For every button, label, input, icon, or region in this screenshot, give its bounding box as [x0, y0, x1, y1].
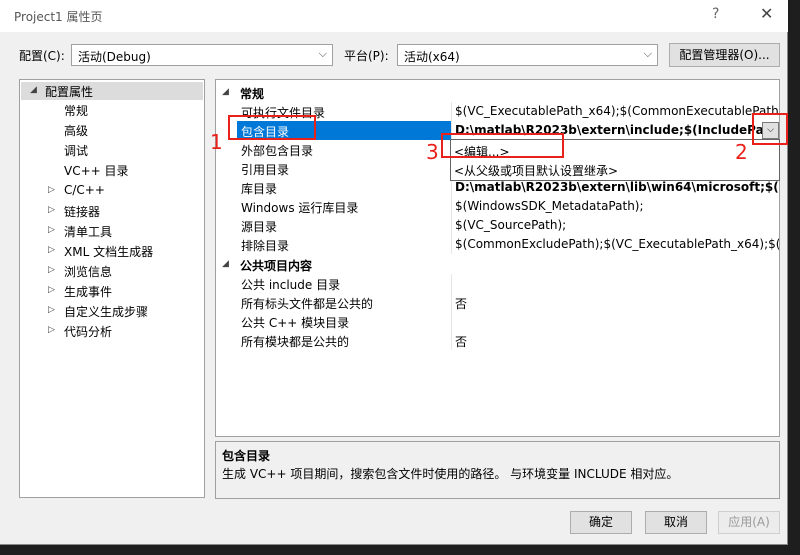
- property-row-all-modules-public[interactable]: 所有模块都是公共的 否: [216, 331, 779, 350]
- description-title: 包含目录: [222, 449, 271, 463]
- ok-label: 确定: [588, 515, 613, 529]
- config-label: 配置(C):: [19, 49, 65, 63]
- tree-item-label: 常规: [64, 104, 89, 118]
- description-text: 生成 VC++ 项目期间，搜索包含文件时使用的路径。 与环境变量 INCLUDE…: [222, 467, 679, 481]
- chevron-down-icon: ⌵: [643, 47, 652, 60]
- property-row-source-dirs[interactable]: 源目录 $(VC_SourcePath);: [216, 216, 779, 235]
- chevron-down-icon: ⌵: [318, 47, 327, 60]
- property-row-winrt-dirs[interactable]: Windows 运行库目录 $(WindowsSDK_MetadataPath)…: [216, 197, 779, 216]
- expanded-triangle-icon: ◢: [222, 87, 229, 97]
- tree-group-label: 代码分析: [64, 325, 113, 339]
- column-divider: [451, 293, 452, 312]
- annotation-box-1: [228, 115, 316, 140]
- annotation-number-3: 3: [426, 140, 439, 164]
- tree-item-label: 高级: [64, 124, 89, 138]
- property-value: $(VC_SourcePath);: [455, 218, 567, 232]
- tree-group-label: XML 文档生成器: [64, 245, 154, 259]
- ok-button[interactable]: 确定: [570, 511, 632, 534]
- column-divider: [451, 312, 452, 331]
- collapsed-triangle-icon: ▷: [48, 285, 55, 295]
- column-divider: [451, 331, 452, 350]
- tree-group-label: 清单工具: [64, 225, 113, 239]
- category-label: 常规: [240, 87, 265, 101]
- column-divider: [451, 197, 452, 216]
- tree-item-label: 调试: [64, 144, 89, 158]
- tree-group-label: 自定义生成步骤: [64, 305, 149, 319]
- property-value: $(CommonExcludePath);$(VC_ExecutablePath…: [455, 237, 780, 251]
- collapsed-triangle-icon: ▷: [48, 265, 55, 275]
- help-icon[interactable]: ?: [712, 6, 719, 22]
- collapsed-triangle-icon: ▷: [48, 185, 55, 195]
- property-value: 否: [455, 297, 468, 311]
- property-name: 外部包含目录: [241, 144, 314, 158]
- tree-item-advanced[interactable]: 高级: [64, 122, 88, 140]
- tree-item-vc-directories[interactable]: VC++ 目录: [64, 162, 129, 180]
- property-name: 源目录: [241, 220, 278, 234]
- property-name: 引用目录: [241, 163, 290, 177]
- background-editor-bottom: [0, 545, 800, 555]
- property-pages-dialog: Project1 属性页 ? ✕ 配置(C): 活动(Debug) ⌵ 平台(P…: [0, 0, 788, 545]
- property-value: $(WindowsSDK_MetadataPath);: [455, 199, 644, 213]
- column-divider: [451, 274, 452, 293]
- expanded-triangle-icon: ◢: [222, 259, 229, 269]
- column-divider: [451, 216, 452, 235]
- column-divider: [451, 102, 452, 121]
- property-name: 所有模块都是公共的: [241, 335, 350, 349]
- collapsed-triangle-icon: ▷: [48, 325, 55, 335]
- cancel-label: 取消: [663, 515, 688, 529]
- annotation-box-2: [752, 113, 788, 145]
- property-name: Windows 运行库目录: [241, 201, 359, 215]
- tree-group-label: 生成事件: [64, 285, 113, 299]
- tree-group-label: 浏览信息: [64, 265, 113, 279]
- collapsed-triangle-icon: ▷: [48, 205, 55, 215]
- tree-root-label: 配置属性: [45, 85, 94, 99]
- property-row-exclude-dirs[interactable]: 排除目录 $(CommonExcludePath);$(VC_Executabl…: [216, 235, 780, 254]
- property-value: $(VC_ExecutablePath_x64);$(CommonExecuta…: [455, 104, 780, 118]
- close-icon[interactable]: ✕: [760, 4, 773, 23]
- property-name: 排除目录: [241, 239, 290, 253]
- platform-value: 活动(x64): [404, 50, 460, 64]
- category-public-content[interactable]: ◢ 公共项目内容: [216, 256, 779, 274]
- title-bar: Project1 属性页 ? ✕: [0, 0, 788, 32]
- property-row-all-headers-public[interactable]: 所有标头文件都是公共的 否: [216, 293, 779, 312]
- window-title: Project1 属性页: [14, 10, 103, 24]
- expanded-triangle-icon: ◢: [30, 85, 37, 95]
- platform-label: 平台(P):: [344, 49, 389, 63]
- background-editor: [788, 0, 800, 555]
- property-name: 库目录: [241, 182, 278, 196]
- tree-root-config-properties[interactable]: ◢ 配置属性: [21, 82, 203, 100]
- config-tree: ◢ 配置属性 常规 高级 调试 VC++ 目录 ▷ C/C++ ▷ 链接器 ▷ 清单工…: [19, 79, 205, 498]
- tree-item-general[interactable]: 常规: [64, 102, 88, 120]
- apply-button[interactable]: 应用(A): [718, 511, 780, 534]
- tree-group-label: 链接器: [64, 205, 101, 219]
- config-manager-label: 配置管理器(O)...: [679, 48, 770, 62]
- collapsed-triangle-icon: ▷: [48, 245, 55, 255]
- platform-select[interactable]: 活动(x64) ⌵: [397, 44, 658, 66]
- config-select[interactable]: 活动(Debug) ⌵: [71, 44, 333, 66]
- property-value: 否: [455, 335, 468, 349]
- annotation-box-3: [441, 133, 564, 158]
- tree-group-label: C/C++: [64, 183, 105, 197]
- cancel-button[interactable]: 取消: [645, 511, 707, 534]
- category-label: 公共项目内容: [240, 259, 313, 273]
- tree-item-label: VC++ 目录: [64, 164, 129, 178]
- annotation-number-1: 1: [210, 130, 223, 154]
- property-name: 公共 C++ 模块目录: [241, 316, 350, 330]
- column-divider: [451, 235, 452, 254]
- property-row-public-include-dirs[interactable]: 公共 include 目录: [216, 274, 779, 293]
- config-value: 活动(Debug): [78, 50, 151, 64]
- property-name: 公共 include 目录: [241, 278, 341, 292]
- annotation-number-2: 2: [735, 140, 748, 164]
- tree-item-debugging[interactable]: 调试: [64, 142, 88, 160]
- property-row-public-cpp-module-dirs[interactable]: 公共 C++ 模块目录: [216, 312, 779, 331]
- category-general[interactable]: ◢ 常规: [216, 84, 779, 102]
- collapsed-triangle-icon: ▷: [48, 225, 55, 235]
- apply-label: 应用(A): [728, 515, 770, 529]
- description-panel: 包含目录 生成 VC++ 项目期间，搜索包含文件时使用的路径。 与环境变量 IN…: [215, 441, 780, 499]
- config-manager-button[interactable]: 配置管理器(O)...: [669, 43, 780, 67]
- property-name: 所有标头文件都是公共的: [241, 297, 374, 311]
- dropdown-option-inherit[interactable]: <从父级或项目默认设置继承>: [454, 162, 618, 180]
- collapsed-triangle-icon: ▷: [48, 305, 55, 315]
- property-value: D:\matlab\R2023b\extern\lib\win64\micros…: [455, 180, 780, 194]
